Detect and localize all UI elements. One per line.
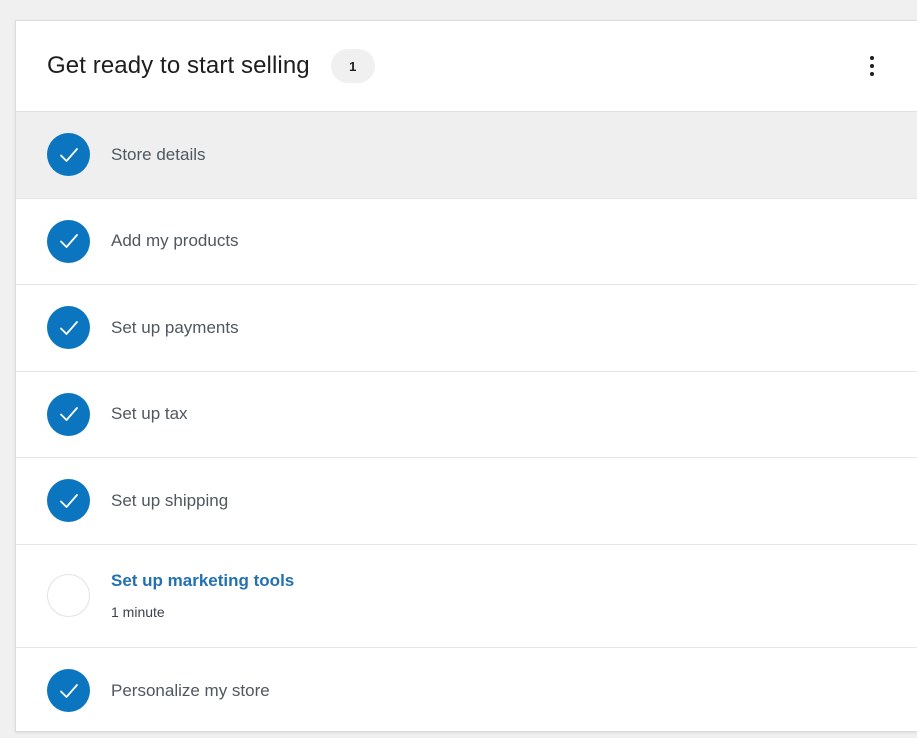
task-marketing-tools[interactable]: Set up marketing tools 1 minute xyxy=(16,545,917,648)
remaining-tasks-badge: 1 xyxy=(330,49,375,83)
ellipsis-dot xyxy=(870,64,874,68)
task-label: Personalize my store xyxy=(111,680,270,700)
task-add-products[interactable]: Add my products xyxy=(16,199,917,285)
task-store-details[interactable]: Store details xyxy=(16,112,917,199)
task-time-estimate: 1 minute xyxy=(111,604,165,620)
task-text: Set up tax xyxy=(111,404,188,424)
task-text: Personalize my store xyxy=(111,681,270,701)
task-text: Set up shipping xyxy=(111,491,228,511)
task-text: Store details xyxy=(111,145,206,165)
more-options-button[interactable] xyxy=(860,50,884,82)
task-personalize-store[interactable]: Personalize my store xyxy=(16,648,917,735)
checkmark-icon xyxy=(47,479,90,523)
task-label: Add my products xyxy=(111,231,239,251)
ellipsis-dot xyxy=(870,72,874,76)
card-title: Get ready to start selling xyxy=(47,52,310,79)
checkmark-icon xyxy=(47,669,90,713)
task-shipping[interactable]: Set up shipping xyxy=(16,458,917,545)
task-label: Set up tax xyxy=(111,404,188,424)
setup-task-list-card: Get ready to start selling 1 Store detai… xyxy=(15,20,917,732)
task-payments[interactable]: Set up payments xyxy=(16,285,917,372)
card-header: Get ready to start selling 1 xyxy=(16,21,917,112)
task-text: Add my products xyxy=(111,231,239,251)
empty-circle-icon xyxy=(47,574,90,617)
task-label: Set up shipping xyxy=(111,490,229,510)
ellipsis-vertical-icon xyxy=(870,56,874,60)
task-tax[interactable]: Set up tax xyxy=(16,372,917,458)
task-text: Set up payments xyxy=(111,318,239,338)
task-label: Set up payments xyxy=(111,317,239,337)
checkmark-icon xyxy=(47,219,90,263)
task-text: Set up marketing tools 1 minute xyxy=(111,571,294,620)
checkmark-icon xyxy=(47,133,90,177)
checkmark-icon xyxy=(47,392,90,436)
task-label: Store details xyxy=(111,144,206,164)
task-label-link[interactable]: Set up marketing tools xyxy=(111,571,294,591)
checkmark-icon xyxy=(47,306,90,350)
